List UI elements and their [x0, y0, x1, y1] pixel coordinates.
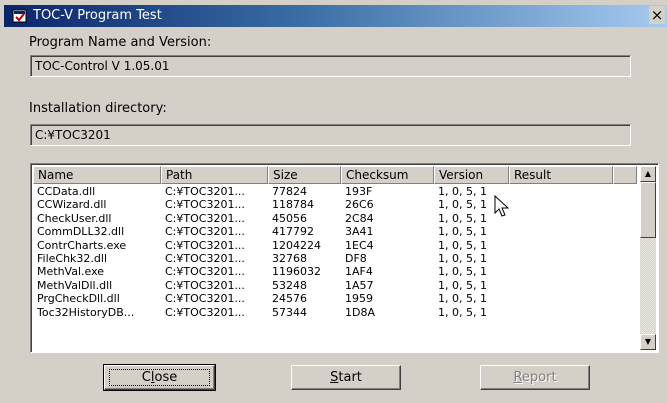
- cell-path: C:¥TOC3201...: [165, 278, 245, 292]
- cell-size: 45056: [272, 211, 307, 225]
- list-item[interactable]: CCData.dll C:¥TOC3201... 77824 193F 1, 0, 5,…: [33, 185, 637, 198]
- cell-path: C:¥TOC3201...: [165, 198, 245, 212]
- cell-path: C:¥TOC3201...: [165, 185, 245, 198]
- column-header-filler: [613, 166, 637, 184]
- cell-size: 77824: [272, 185, 307, 198]
- title-bar[interactable]: TOC-V Program Test ×: [4, 5, 667, 27]
- cell-path: C:¥TOC3201...: [165, 211, 245, 225]
- installation-directory-label: Installation directory:: [29, 101, 167, 116]
- cell-version: 1, 0, 5, 1: [438, 265, 487, 279]
- cell-size: 417792: [272, 225, 314, 239]
- cell-name: PrgCheckDll.dll: [37, 292, 120, 306]
- list-item[interactable]: PrgCheckDll.dll C:¥TOC3201... 24576 1959 1, …: [33, 292, 637, 305]
- cell-checksum: 1EC4: [345, 238, 374, 252]
- arrow-down-icon: ▼: [644, 337, 652, 346]
- cell-checksum: 3A41: [345, 225, 374, 239]
- app-icon: [12, 9, 27, 23]
- cell-size: 57344: [272, 305, 307, 319]
- arrow-up-icon: ▲: [644, 169, 652, 178]
- vertical-scrollbar[interactable]: ▲ ▼: [640, 166, 656, 350]
- cell-version: 1, 0, 5, 1: [438, 225, 487, 239]
- column-header-path[interactable]: Path: [161, 166, 268, 184]
- focus-ring: [109, 369, 210, 386]
- cell-checksum: 1A57: [345, 278, 374, 292]
- list-item[interactable]: CommDLL32.dll C:¥TOC3201... 417792 3A41 1, 0…: [33, 225, 637, 238]
- column-header-size[interactable]: Size: [268, 166, 341, 184]
- cell-version: 1, 0, 5, 1: [438, 305, 487, 319]
- program-test-window: TOC-V Program Test × Program Name and Ve…: [0, 0, 667, 403]
- cell-name: ContrCharts.exe: [37, 238, 127, 252]
- cell-path: C:¥TOC3201...: [165, 238, 245, 252]
- cell-name: MethValDll.dll: [37, 278, 113, 292]
- cell-version: 1, 0, 5, 1: [438, 238, 487, 252]
- column-header-checksum[interactable]: Checksum: [341, 166, 434, 184]
- list-item[interactable]: ContrCharts.exe C:¥TOC3201... 1204224 1EC4 1…: [33, 239, 637, 252]
- file-list[interactable]: Name Path Size Checksum Version Result C…: [30, 163, 659, 353]
- column-header-version[interactable]: Version: [434, 166, 509, 184]
- cell-name: MethVal.exe: [37, 265, 105, 279]
- cell-version: 1, 0, 5, 1: [438, 252, 487, 265]
- cell-path: C:¥TOC3201...: [165, 252, 245, 265]
- cell-version: 1, 0, 5, 1: [438, 278, 487, 292]
- cell-name: CCWizard.dll: [37, 198, 107, 212]
- close-button[interactable]: Close: [103, 364, 216, 391]
- scroll-thumb[interactable]: [640, 182, 656, 238]
- cell-name: CommDLL32.dll: [37, 225, 125, 239]
- cell-size: 1204224: [272, 238, 321, 252]
- cell-checksum: 2C84: [345, 211, 374, 225]
- close-window-button[interactable]: ×: [649, 6, 665, 24]
- cell-checksum: 1D8A: [345, 305, 375, 319]
- cell-size: 53248: [272, 278, 307, 292]
- installation-directory-field: C:¥TOC3201: [30, 124, 631, 146]
- cell-path: C:¥TOC3201...: [165, 225, 245, 239]
- list-item[interactable]: MethVal.exe C:¥TOC3201... 1196032 1AF4 1, 0,…: [33, 265, 637, 278]
- list-item[interactable]: FileChk32.dll C:¥TOC3201... 32768 DF8 1, 0, …: [33, 252, 637, 265]
- cell-checksum: DF8: [345, 252, 367, 265]
- cell-checksum: 1AF4: [345, 265, 373, 279]
- cell-size: 32768: [272, 252, 307, 265]
- cell-checksum: 26C6: [345, 198, 374, 212]
- list-item[interactable]: Toc32HistoryDB... C:¥TOC3201... 57344 1D8A 1…: [33, 306, 637, 319]
- list-item[interactable]: CheckUser.dll C:¥TOC3201... 45056 2C84 1, 0,…: [33, 212, 637, 225]
- program-name-label: Program Name and Version:: [29, 35, 212, 50]
- cell-size: 1196032: [272, 265, 321, 279]
- program-name-field: TOC-Control V 1.05.01: [30, 55, 631, 77]
- start-button[interactable]: Start: [291, 365, 401, 390]
- cell-name: Toc32HistoryDB...: [37, 305, 135, 319]
- column-header-name[interactable]: Name: [33, 166, 161, 184]
- cell-path: C:¥TOC3201...: [165, 292, 245, 306]
- report-button[interactable]: Report: [480, 365, 590, 390]
- column-header-result[interactable]: Result: [509, 166, 613, 184]
- cell-path: C:¥TOC3201...: [165, 265, 245, 279]
- cell-name: FileChk32.dll: [37, 252, 108, 265]
- cell-version: 1, 0, 5, 1: [438, 292, 487, 306]
- scroll-down-button[interactable]: ▼: [640, 334, 656, 350]
- cell-name: CCData.dll: [37, 185, 96, 198]
- mouse-pointer-icon: [494, 195, 510, 217]
- cell-path: C:¥TOC3201...: [165, 305, 245, 319]
- scroll-up-button[interactable]: ▲: [640, 166, 656, 182]
- list-item[interactable]: CCWizard.dll C:¥TOC3201... 118784 26C6 1, 0,…: [33, 198, 637, 211]
- list-header: Name Path Size Checksum Version Result: [33, 166, 637, 184]
- cell-checksum: 1959: [345, 292, 373, 306]
- cell-size: 118784: [272, 198, 314, 212]
- close-icon: ×: [650, 6, 664, 24]
- cell-checksum: 193F: [345, 185, 373, 198]
- cell-name: CheckUser.dll: [37, 211, 112, 225]
- window-title: TOC-V Program Test: [33, 8, 162, 23]
- cell-size: 24576: [272, 292, 307, 306]
- list-item[interactable]: MethValDll.dll C:¥TOC3201... 53248 1A57 1, 0…: [33, 279, 637, 292]
